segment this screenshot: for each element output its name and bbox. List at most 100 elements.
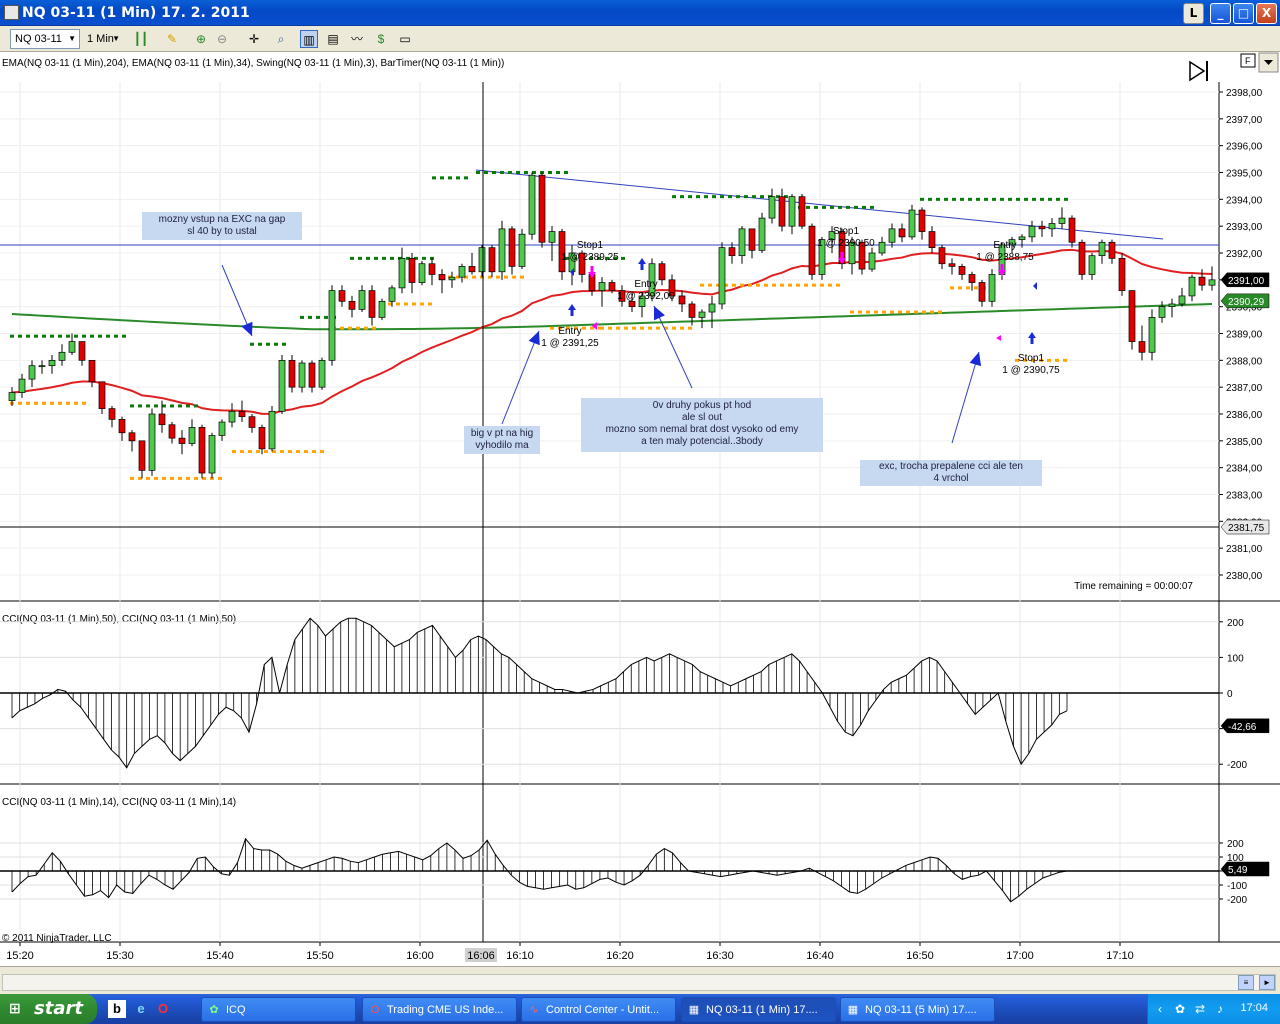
template-icon[interactable]: ▭ [396,30,414,48]
strategy-icon[interactable]: $ [372,30,390,48]
app-icon [4,5,19,20]
task-chart-1min[interactable]: ▦ NQ 03-11 (1 Min) 17.... [681,997,836,1022]
swing-high-dot [440,176,444,180]
trade-marker-icon [996,335,1001,341]
swing-high-dot [422,256,426,260]
price-tick-label: 2388,00 [1226,356,1263,367]
candle [268,410,276,450]
candle [608,282,616,291]
close-button[interactable]: X [1256,3,1277,24]
swing-low-dot [74,401,78,405]
time-tick-label: 16:10 [506,950,534,962]
cci-last-marker: -42,66 [1228,722,1257,733]
quicklaunch-b-icon[interactable]: b [108,1000,126,1018]
indicators-icon[interactable]: 〰 [348,30,366,48]
candle [538,174,546,243]
zoom-out-icon[interactable]: ⊖ [213,30,231,48]
swing-high-dot [508,170,512,174]
swing-high-dot [830,205,834,209]
candle [598,282,606,291]
magnifier-icon[interactable]: ⌕ [272,30,290,48]
candle [788,196,796,227]
candle [898,228,906,238]
candle [318,359,326,388]
task-opera[interactable]: O Trading CME US Inde... [362,997,517,1022]
candle [1028,225,1036,238]
chevron-down-icon: ▼ [112,34,120,43]
task-chart-5min[interactable]: ▦ NQ 03-11 (5 Min) 17.... [840,997,995,1022]
swing-low-dot [796,283,800,287]
chart-trader-icon[interactable]: ▥ [300,30,318,48]
tray-arrow-icon[interactable]: ‹ [1152,1001,1168,1017]
horizontal-scrollbar[interactable]: ≡ ► [0,966,1280,994]
annotation-1: mozny vstup na EXC na gap sl 40 by to us… [142,212,302,240]
swing-high-dot [1016,197,1020,201]
candle [178,437,186,444]
swing-low-dot [608,326,612,330]
swing-high-dot [170,404,174,408]
swing-high-dot [952,197,956,201]
swing-high-dot [138,404,142,408]
cci-tick-label: 100 [1227,653,1244,664]
swing-low-dot [218,476,222,480]
candle [1078,241,1086,275]
ema204-line [11,303,1213,331]
opera-icon[interactable]: O [154,1000,172,1018]
swing-low-dot [958,286,962,290]
scroll-thumb[interactable]: ≡ [1238,975,1254,990]
time-tick-label: 17:00 [1006,950,1034,962]
candle [1098,241,1106,257]
scroll-track[interactable] [2,974,1276,991]
candle [938,247,946,265]
swing-high-dot [50,334,54,338]
candle [528,174,536,235]
swing-high-dot [178,404,182,408]
swing-low-dot [922,310,926,314]
task-icq[interactable]: ✿ ICQ [201,997,356,1022]
swing-high-dot [358,256,362,260]
candle [1048,223,1056,230]
maximize-button[interactable]: □ [1233,3,1254,24]
swing-low-dot [632,326,636,330]
ie-icon[interactable]: e [132,1000,150,1018]
bar-type-icon[interactable]: ┃┃ [132,30,150,48]
swing-high-dot [34,334,38,338]
tray-icq-icon[interactable]: ✿ [1172,1001,1188,1017]
candle [398,258,406,289]
swing-high-dot [122,334,126,338]
chart-canvas[interactable]: 2398,00 2397,00 2396,00 2395,00 2394,00 2393,… [0,52,1280,966]
instrument-select[interactable]: NQ 03-11 ▼ [10,29,80,49]
draw-pencil-icon[interactable]: ✎ [163,30,181,48]
chart-area[interactable]: 2398,00 2397,00 2396,00 2395,00 2394,00 2393,… [0,52,1280,966]
task-control-center[interactable]: ∿ Control Center - Untit... [521,997,676,1022]
interval-value: 1 Min [87,33,114,45]
swing-low-dot [874,310,878,314]
start-button[interactable]: ⊞ start [0,994,97,1024]
candle [978,282,986,302]
candle [338,290,346,302]
tray-volume-icon[interactable]: ♪ [1212,1001,1228,1017]
tray-network-icon[interactable]: ⇄ [1192,1001,1208,1017]
price-tick-label: 2394,00 [1226,195,1263,206]
candle [948,263,956,267]
trade-label-stop: Stop1 [1018,353,1045,364]
window-title: NQ 03-11 (1 Min) 17. 2. 2011 [22,5,250,21]
swing-low-dot [472,275,476,279]
properties-icon[interactable]: ▤ [324,30,342,48]
swing-low-dot [504,275,508,279]
swing-low-dot [50,401,54,405]
candle [368,290,376,318]
swing-high-dot [1024,197,1028,201]
swing-high-dot [688,195,692,199]
crosshair-icon[interactable]: ✛ [245,30,263,48]
swing-low-dot [138,476,142,480]
scroll-right-icon[interactable]: ► [1259,975,1275,990]
zoom-in-icon[interactable]: ⊕ [192,30,210,48]
minimize-button[interactable]: _ [1210,3,1231,24]
link-button[interactable]: L [1183,3,1204,24]
swing-high-dot [564,170,568,174]
swing-high-dot [1040,197,1044,201]
swing-low-dot [966,286,970,290]
interval-select[interactable]: 1 Min ▼ [82,29,124,49]
time-remaining: Time remaining = 00:00:07 [1074,581,1193,592]
